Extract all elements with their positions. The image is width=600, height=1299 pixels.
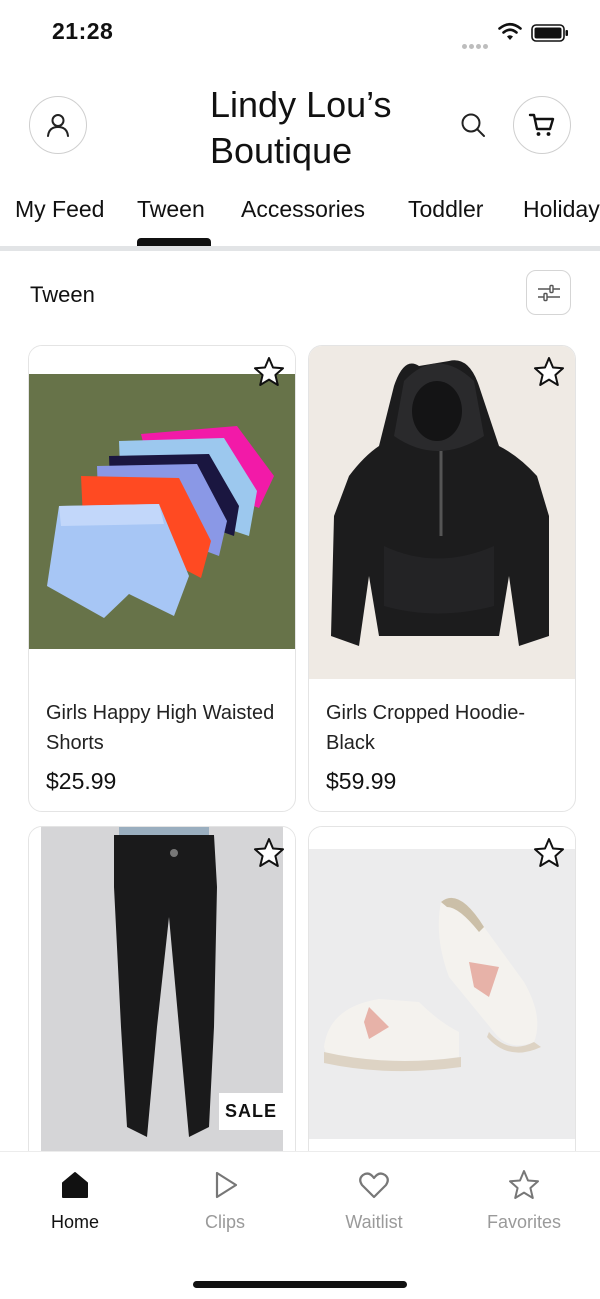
wifi-icon xyxy=(498,22,522,40)
star-icon xyxy=(534,838,564,867)
status-bar: 21:28 xyxy=(0,0,600,64)
nav-waitlist-label: Waitlist xyxy=(345,1212,403,1232)
product-card[interactable]: Girls Cropped Hoodie-Black $59.99 xyxy=(308,345,576,812)
star-icon xyxy=(254,357,284,386)
product-image-sneakers[interactable] xyxy=(309,827,575,1160)
status-time: 21:28 xyxy=(52,18,114,44)
store-name: Lindy Lou’s Boutique xyxy=(210,84,392,171)
user-icon xyxy=(47,114,69,137)
filter-button[interactable] xyxy=(526,270,571,315)
tab-holiday[interactable]: Holiday xyxy=(523,196,600,223)
signal-dots-icon xyxy=(462,36,490,49)
cart-button[interactable] xyxy=(513,96,571,154)
cart-icon xyxy=(528,113,555,136)
favorite-star-button[interactable] xyxy=(251,354,287,390)
product-price: $59.99 xyxy=(326,768,397,794)
nav-clips[interactable]: Clips xyxy=(170,1168,280,1233)
section-title: Tween xyxy=(30,282,95,307)
tab-my-feed[interactable]: My Feed xyxy=(15,196,104,223)
tabs-divider xyxy=(0,246,600,251)
star-icon xyxy=(509,1170,539,1199)
favorite-star-button[interactable] xyxy=(531,835,567,871)
home-indicator xyxy=(193,1281,407,1288)
heart-icon xyxy=(359,1172,389,1199)
sale-badge: SALE xyxy=(218,1093,283,1130)
account-button[interactable] xyxy=(29,96,87,154)
product-name[interactable]: Girls Cropped Hoodie-Black xyxy=(326,698,566,758)
tab-accessories[interactable]: Accessories xyxy=(241,196,365,223)
star-icon xyxy=(534,357,564,386)
product-price: $25.99 xyxy=(46,768,117,794)
battery-icon xyxy=(531,24,568,42)
product-image-shorts[interactable] xyxy=(29,346,295,679)
product-card[interactable] xyxy=(308,826,576,1166)
nav-home-label: Home xyxy=(50,1212,99,1232)
app-header: Lindy Lou’s Boutique xyxy=(0,80,600,180)
search-button[interactable] xyxy=(456,108,490,142)
product-card[interactable]: SALE xyxy=(28,826,296,1166)
search-icon xyxy=(461,113,485,137)
bottom-nav: Home Clips Waitlist Favorites xyxy=(0,1151,600,1299)
tab-toddler[interactable]: Toddler xyxy=(408,196,483,223)
favorite-star-button[interactable] xyxy=(251,835,287,871)
star-icon xyxy=(254,838,284,867)
category-tabs: My Feed Tween Accessories Toddler Holida… xyxy=(0,188,600,250)
sliders-icon xyxy=(537,284,560,301)
product-image-hoodie[interactable] xyxy=(309,346,575,679)
favorite-star-button[interactable] xyxy=(531,354,567,390)
active-tab-indicator xyxy=(137,238,211,246)
home-icon xyxy=(62,1172,88,1198)
product-card[interactable]: Girls Happy High Waisted Shorts $25.99 xyxy=(28,345,296,812)
play-icon xyxy=(215,1171,238,1199)
nav-waitlist[interactable]: Waitlist xyxy=(319,1168,429,1233)
tab-tween[interactable]: Tween xyxy=(137,196,205,223)
product-name[interactable]: Girls Happy High Waisted Shorts xyxy=(46,698,286,758)
nav-favorites-label: Favorites xyxy=(486,1212,562,1232)
nav-clips-label: Clips xyxy=(204,1212,245,1232)
nav-favorites[interactable]: Favorites xyxy=(469,1168,579,1233)
nav-home[interactable]: Home xyxy=(20,1168,130,1233)
